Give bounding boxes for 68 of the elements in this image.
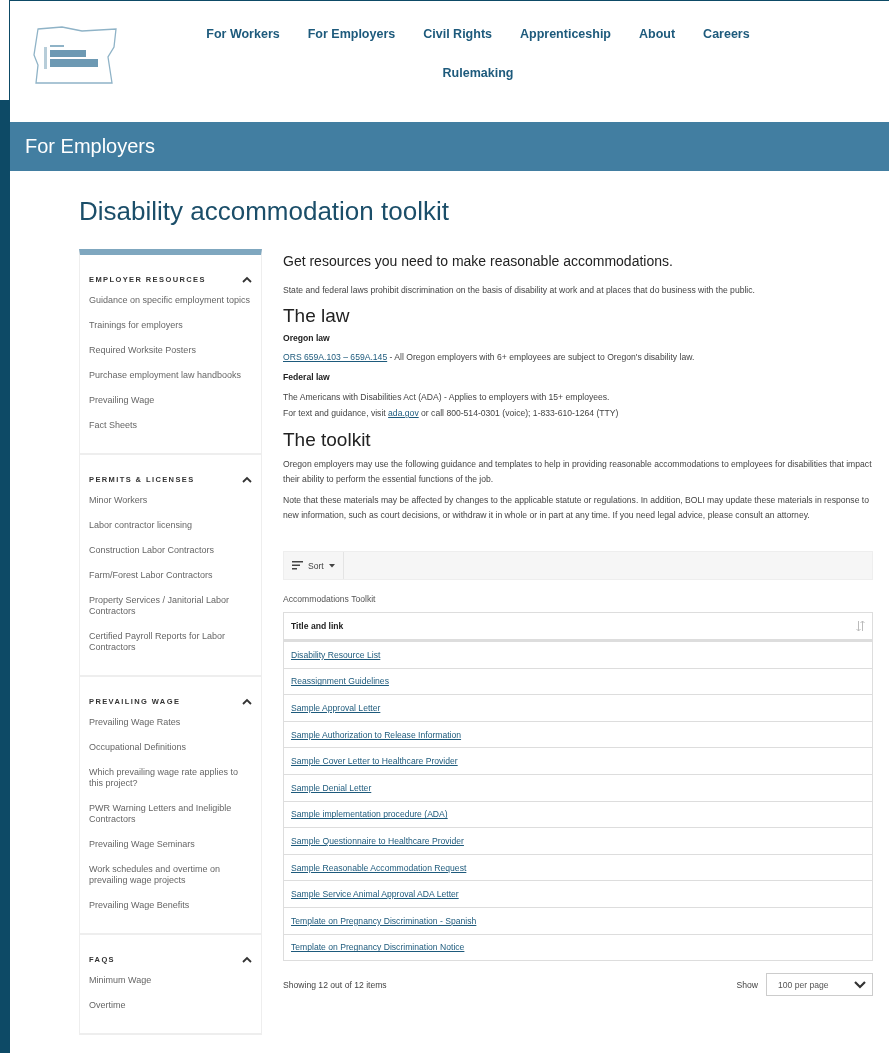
sidebar-link[interactable]: Minimum Wage <box>89 975 252 986</box>
document-link[interactable]: Sample Questionnaire to Healthcare Provider <box>291 835 464 846</box>
document-link[interactable]: Sample Authorization to Release Information <box>291 729 462 740</box>
nav-link[interactable]: Careers <box>703 25 750 44</box>
law-text: ORS 659A.103 – 659A.145 - All Oregon employers with 6+ employees are subject to Oregon's disability law. <box>283 351 696 364</box>
chevron-up-icon[interactable] <box>242 476 252 483</box>
table-caption: Accommodations Toolkit <box>283 594 377 604</box>
sidebar-link[interactable]: Guidance on specific employment topics <box>89 295 252 306</box>
document-link[interactable]: Sample implementation procedure (ADA) <box>291 809 448 820</box>
caret-icon <box>328 563 335 568</box>
column-header[interactable]: Title and link <box>291 621 344 631</box>
chevron-up-icon[interactable] <box>242 276 252 283</box>
body-text: Oregon employers may use the following guidance and templates to help in providing reasonable accommodations to employees for disabilities that impact their ability to perform the essential functions of the job. <box>283 458 873 486</box>
lead-heading: Get resources you need to make reasonable accommodations. <box>283 253 674 269</box>
document-link[interactable]: Template on Pregnancy Discrimination Notice <box>291 942 465 953</box>
document-link[interactable]: Template on Pregnancy Discrimination - Spanish <box>291 915 477 926</box>
banner-title: For Employers <box>25 135 156 158</box>
show-label: Show <box>736 979 758 990</box>
body-text: Note that these materials may be affected by changes to the applicable statute or regulations. In addition, BOLI may update these materials in response to new information, such as court decisions, or withdraw it in whole or in part at any time. If you need legal advice, please consult an attorney. <box>283 494 870 522</box>
sidebar-link[interactable]: Minor Workers <box>89 495 252 506</box>
sort-arrows-icon <box>856 621 865 631</box>
sidebar-link[interactable]: Which prevailing wage rate applies to this project? <box>89 767 252 789</box>
sidebar-link[interactable]: Prevailing Wage Rates <box>89 717 252 728</box>
document-link[interactable]: Sample Cover Letter to Healthcare Provider <box>291 756 458 767</box>
sidebar-link[interactable]: Trainings for employers <box>89 320 252 331</box>
document-link[interactable]: Sample Service Animal Approval ADA Letter <box>291 889 459 900</box>
nav-link[interactable]: For Workers <box>206 25 280 44</box>
sort-icon <box>292 561 303 570</box>
nav-link[interactable]: Civil Rights <box>423 25 492 44</box>
sidebar-link[interactable]: Prevailing Wage <box>89 395 252 406</box>
intro-text: State and federal laws prohibit discrimination on the basis of disability at work and at places that do business with the public. <box>283 284 756 297</box>
nav-link[interactable]: Rulemaking <box>442 64 514 83</box>
sidebar-link[interactable]: Farm/Forest Labor Contractors <box>89 570 252 581</box>
nav-link[interactable]: For Employers <box>307 25 396 44</box>
law-link[interactable]: ORS 659A.103 – 659A.145 <box>283 352 388 362</box>
chevron-up-icon[interactable] <box>242 956 252 963</box>
chevron-down-icon <box>854 980 866 989</box>
section-heading: The law <box>283 305 351 327</box>
ada-link[interactable]: ada.gov <box>388 408 419 418</box>
sidebar-link[interactable]: Fact Sheets <box>89 420 252 431</box>
document-link[interactable]: Sample Approval Letter <box>291 703 381 713</box>
chevron-up-icon[interactable] <box>242 698 252 705</box>
page-title: Disability accommodation toolkit <box>79 195 450 227</box>
sidebar-link[interactable]: Purchase employment law handbooks <box>89 370 252 381</box>
section-heading: The toolkit <box>283 429 372 451</box>
sidebar-link[interactable]: Required Worksite Posters <box>89 345 252 356</box>
subheading: Oregon law <box>283 333 331 343</box>
document-link[interactable]: Sample Reasonable Accommodation Request <box>291 862 467 873</box>
document-link[interactable]: Disability Resource List <box>291 649 381 660</box>
sidebar-link[interactable]: Prevailing Wage Seminars <box>89 839 252 850</box>
item-count: Showing 12 out of 12 items <box>283 979 387 990</box>
subheading: Federal law <box>283 372 331 382</box>
sidebar-link[interactable]: Work schedules and overtime on prevailing wage projects <box>89 864 252 886</box>
sidebar-link[interactable]: Occupational Definitions <box>89 742 252 753</box>
sidebar-link[interactable]: Prevailing Wage Benefits <box>89 900 252 911</box>
sidebar-link[interactable]: Property Services / Janitorial Labor Contractors <box>89 595 252 617</box>
sort-button[interactable]: Sort <box>284 552 344 579</box>
nav-link[interactable]: About <box>639 25 676 44</box>
nav-link[interactable]: Apprenticeship <box>520 25 611 44</box>
sidebar-link[interactable]: Certified Payroll Reports for Labor Contractors <box>89 631 252 653</box>
law-text: The Americans with Disabilities Act (ADA) - Applies to employers with 15+ employees. For text and guidance, visit ada.gov or call 800-514-0301 (voice); 1-833-610-1264 (TTY) <box>283 391 620 420</box>
sidebar-link[interactable]: Construction Labor Contractors <box>89 545 252 556</box>
per-page-select[interactable]: 100 per page <box>766 973 873 997</box>
document-link[interactable]: Reassignment Guidelines <box>291 676 389 687</box>
sidebar-link[interactable]: Labor contractor licensing <box>89 520 252 531</box>
sidebar-link[interactable]: PWR Warning Letters and Ineligible Contractors <box>89 803 252 825</box>
document-link[interactable]: Sample Denial Letter <box>291 782 372 793</box>
sidebar-link[interactable]: Overtime <box>89 1000 252 1011</box>
